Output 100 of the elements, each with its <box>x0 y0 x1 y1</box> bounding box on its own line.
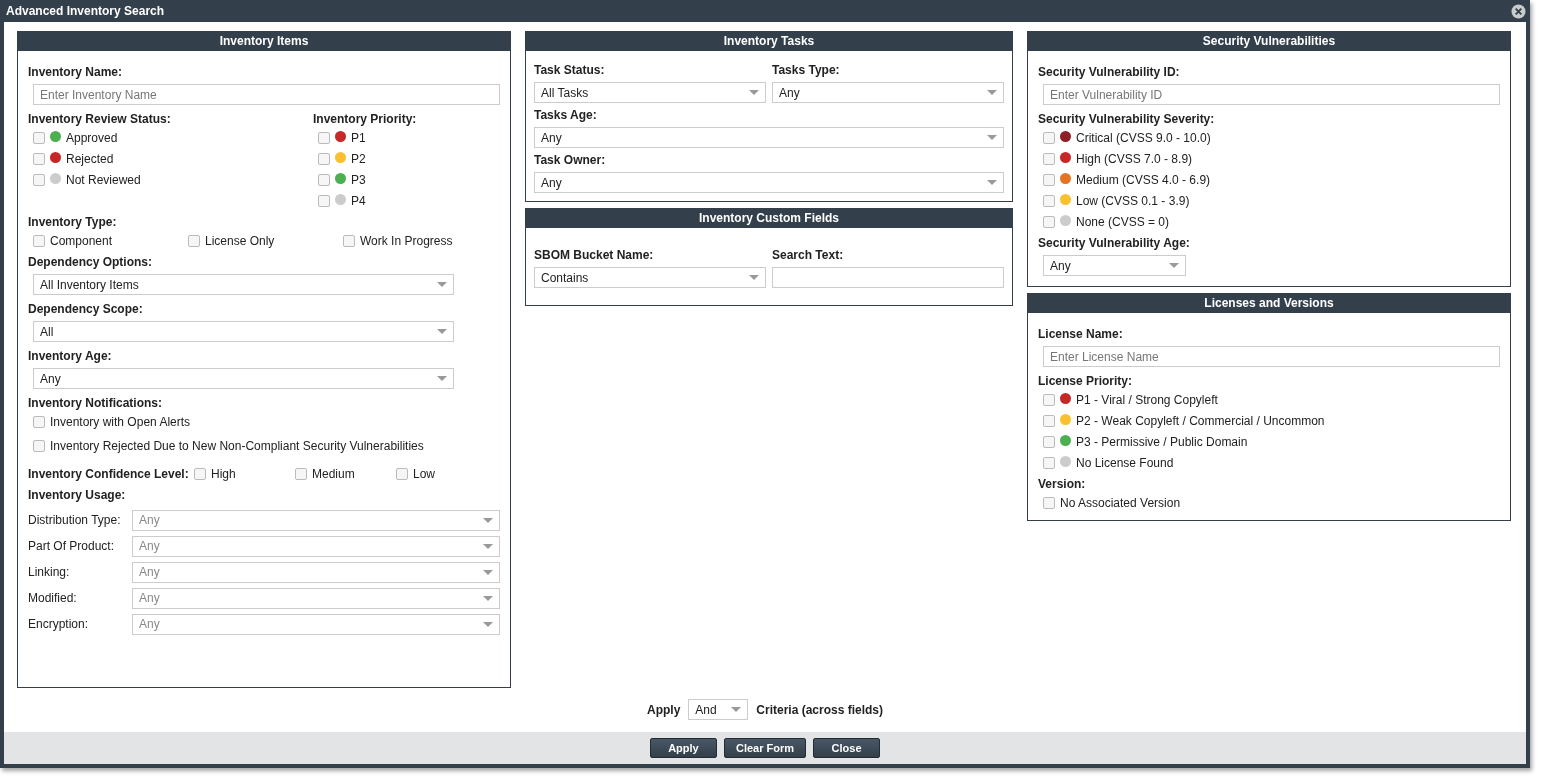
checkbox[interactable] <box>1043 394 1055 406</box>
option-label: No Associated Version <box>1060 496 1181 510</box>
checkbox[interactable] <box>33 174 45 186</box>
checkbox[interactable] <box>318 132 330 144</box>
checkbox[interactable] <box>33 416 45 428</box>
vulnerability-id-field[interactable]: Enter Vulnerability ID <box>1043 84 1500 105</box>
field-label: License Priority: <box>1038 374 1134 388</box>
footer-button[interactable]: Close <box>813 738 881 758</box>
option-label: P3 - Permissive / Public Domain <box>1076 435 1248 449</box>
checkbox[interactable] <box>1043 497 1055 509</box>
panel-header: Security Vulnerabilities <box>1028 32 1510 51</box>
checkbox[interactable] <box>33 440 45 452</box>
option-label: License Only <box>205 234 275 248</box>
checkbox[interactable] <box>318 174 330 186</box>
field-label: Linking: <box>28 565 71 579</box>
field-label: Encryption: <box>28 617 90 631</box>
field-label: Dependency Options: <box>28 255 153 269</box>
field-label: Security Vulnerability Age: <box>1038 236 1191 250</box>
option-label: Not Reviewed <box>66 173 141 187</box>
checkbox[interactable] <box>188 235 200 247</box>
field-label: Search Text: <box>772 248 845 262</box>
dropdown[interactable]: Any <box>33 368 454 389</box>
dropdown[interactable]: Any <box>534 172 1004 193</box>
checkbox[interactable] <box>33 132 45 144</box>
dropdown[interactable]: And <box>688 699 749 720</box>
checkbox[interactable] <box>1043 216 1055 228</box>
field-label: Inventory Priority: <box>313 112 417 126</box>
option-label: Low <box>413 467 435 481</box>
option-label: Inventory Rejected Due to New Non-Compliant Security Vulnerabilities <box>50 439 424 453</box>
field-label: Inventory Review Status: <box>28 112 172 126</box>
field-label: Modified: <box>28 591 78 605</box>
field-label: Dependency Scope: <box>28 302 144 316</box>
checkbox[interactable] <box>343 235 355 247</box>
checkbox[interactable] <box>1043 195 1055 207</box>
dropdown[interactable]: Any <box>772 82 1004 103</box>
checkbox[interactable] <box>396 468 408 480</box>
checkbox[interactable] <box>318 195 330 207</box>
footer-button[interactable]: Clear Form <box>723 738 807 758</box>
checkbox[interactable] <box>318 153 330 165</box>
field-label: SBOM Bucket Name: <box>534 248 655 262</box>
checkbox[interactable] <box>1043 153 1055 165</box>
checkbox[interactable] <box>33 235 45 247</box>
field-label: Tasks Type: <box>772 63 841 77</box>
field-label: Task Owner: <box>534 153 607 167</box>
checkbox[interactable] <box>194 468 206 480</box>
close-icon[interactable] <box>1511 3 1526 19</box>
option-label: No License Found <box>1076 456 1174 470</box>
checkbox[interactable] <box>1043 132 1055 144</box>
option-label: P2 <box>351 152 366 166</box>
field-label: Tasks Age: <box>534 108 598 122</box>
checkbox[interactable] <box>1043 174 1055 186</box>
option-label: Low (CVSS 0.1 - 3.9) <box>1076 194 1190 208</box>
field-label: Security Vulnerability ID: <box>1038 65 1181 79</box>
panel-header: Inventory Custom Fields <box>526 209 1012 228</box>
checkbox[interactable] <box>1043 415 1055 427</box>
footer-button[interactable]: Apply <box>649 738 717 758</box>
field-label: Inventory Usage: <box>28 488 127 502</box>
criteria-label: Criteria (across fields) <box>756 702 884 717</box>
option-label: P2 - Weak Copyleft / Commercial / Uncommon <box>1076 414 1325 428</box>
field-label: License Name: <box>1038 327 1124 341</box>
field-label: Inventory Type: <box>28 215 118 229</box>
option-label: Medium (CVSS 4.0 - 6.9) <box>1076 173 1211 187</box>
dropdown[interactable]: Any <box>1043 255 1186 276</box>
option-label: None (CVSS = 0) <box>1076 215 1170 229</box>
panel-header: Licenses and Versions <box>1028 294 1510 313</box>
option-label: Medium <box>312 467 355 481</box>
checkbox[interactable] <box>33 153 45 165</box>
dropdown[interactable]: All Inventory Items <box>33 274 454 295</box>
dropdown[interactable]: Any <box>534 127 1004 148</box>
option-label: High (CVSS 7.0 - 8.9) <box>1076 152 1193 166</box>
field-label: Part Of Product: <box>28 539 116 553</box>
option-label: Inventory with Open Alerts <box>50 415 191 429</box>
option-label: Component <box>50 234 113 248</box>
panel-header: Inventory Tasks <box>526 32 1012 51</box>
field-label: Version: <box>1038 477 1087 491</box>
search-text-field[interactable] <box>772 267 1004 288</box>
dropdown[interactable]: All Tasks <box>534 82 766 103</box>
option-label: High <box>211 467 236 481</box>
dropdown[interactable]: All <box>33 321 454 342</box>
field-label: Task Status: <box>534 63 606 77</box>
field-label: Security Vulnerability Severity: <box>1038 112 1216 126</box>
option-label: P1 - Viral / Strong Copyleft <box>1076 393 1218 407</box>
checkbox[interactable] <box>295 468 307 480</box>
inventory-name-field[interactable]: Enter Inventory Name <box>33 84 500 105</box>
checkbox[interactable] <box>1043 457 1055 469</box>
license-name-field[interactable]: Enter License Name <box>1043 346 1500 367</box>
checkbox[interactable] <box>1043 436 1055 448</box>
option-label: Work In Progress <box>360 234 453 248</box>
window-title: Advanced Inventory Search <box>6 4 165 18</box>
field-label: Inventory Notifications: <box>28 396 163 410</box>
option-label: P4 <box>351 194 366 208</box>
option-label: Rejected <box>66 152 114 166</box>
dropdown[interactable]: Contains <box>534 267 766 288</box>
field-label: Inventory Name: <box>28 65 124 79</box>
panel-header: Inventory Items <box>18 32 510 51</box>
option-label: Approved <box>66 131 118 145</box>
field-label: Distribution Type: <box>28 513 122 527</box>
option-label: P3 <box>351 173 366 187</box>
field-label: Inventory Confidence Level: <box>28 467 190 481</box>
criteria-label: Apply <box>646 702 681 717</box>
